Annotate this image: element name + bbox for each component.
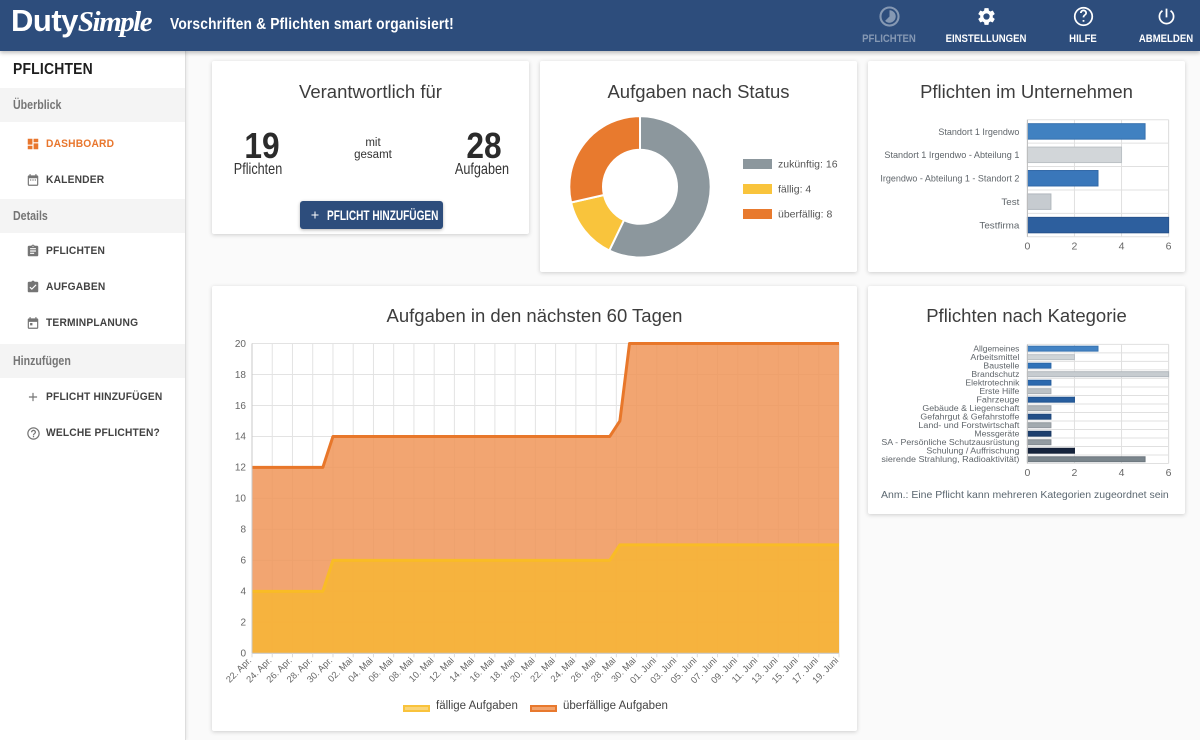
svg-text:sierende Strahlung, Radioaktiv: sierende Strahlung, Radioaktivität) [881,455,1019,464]
svg-text:8: 8 [240,525,246,536]
svg-text:Standort 1 Irgendwo - Abteilun: Standort 1 Irgendwo - Abteilung 1 [884,150,1019,161]
svg-text:0: 0 [1024,240,1030,252]
svg-text:6: 6 [240,556,246,567]
svg-text:20: 20 [235,339,247,350]
svg-text:Irgendwo - Abteilung 1 - Stand: Irgendwo - Abteilung 1 - Standort 2 [880,174,1019,185]
svg-text:12: 12 [235,463,247,474]
svg-text:Standort 1 Irgendwo: Standort 1 Irgendwo [938,127,1019,138]
svg-text:18: 18 [235,370,247,381]
svg-text:2: 2 [240,618,246,629]
svg-text:4: 4 [1119,467,1125,479]
svg-text:10: 10 [235,494,247,505]
svg-text:4: 4 [1119,240,1125,252]
svg-text:0: 0 [1024,467,1030,479]
svg-text:Testfirma: Testfirma [979,220,1020,231]
svg-text:4: 4 [240,587,246,598]
svg-text:6: 6 [1166,240,1172,252]
svg-text:2: 2 [1072,240,1078,252]
svg-text:2: 2 [1072,467,1078,479]
svg-text:6: 6 [1166,467,1172,479]
svg-text:16: 16 [235,401,247,412]
svg-text:14: 14 [235,432,247,443]
svg-text:Test: Test [1001,197,1019,208]
